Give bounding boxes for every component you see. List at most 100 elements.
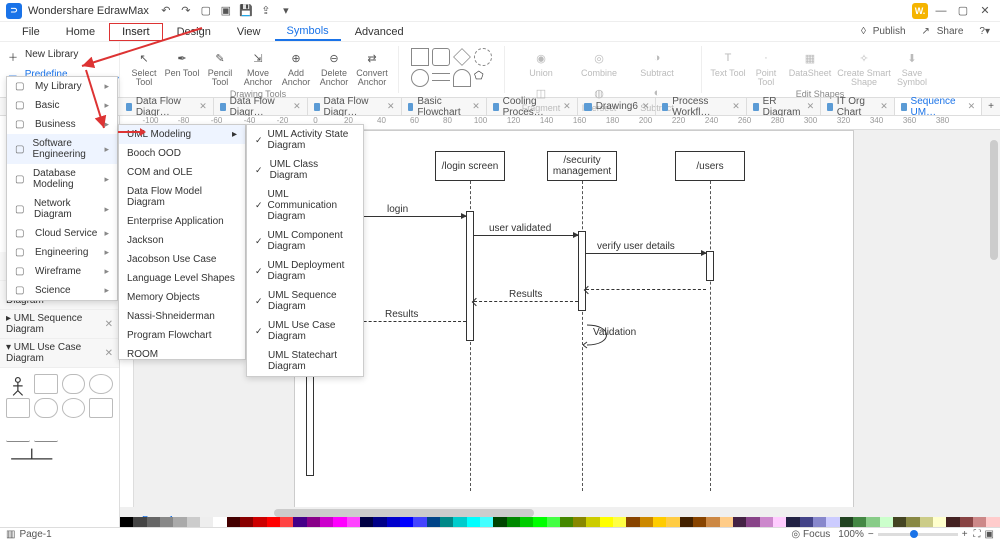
color-swatch[interactable] [240,517,253,527]
close-icon[interactable]: ✕ [293,101,301,112]
color-swatch[interactable] [720,517,733,527]
menu-symbols[interactable]: Symbols [275,23,341,41]
close-button[interactable]: ✕ [976,4,994,18]
color-swatch[interactable] [267,517,280,527]
software-eng-item[interactable]: Memory Objects [119,288,245,307]
library-category-item[interactable]: ▢Cloud Service▸ [7,224,117,243]
library-category-item[interactable]: ▢Engineering▸ [7,243,117,262]
library-category-item[interactable]: ▢Basic▸ [7,96,117,115]
target-icon[interactable]: ◎ [791,529,800,540]
color-swatch[interactable] [307,517,320,527]
color-swatch[interactable] [480,517,493,527]
new-icon[interactable]: ▢ [199,4,213,18]
doc-tab[interactable]: Data Flow Diagr…✕ [308,98,402,115]
library-category-item[interactable]: ▢Database Modeling▸ [7,164,117,194]
uml-type-item[interactable]: ✓UML Sequence Diagram [247,286,363,316]
color-swatch[interactable] [920,517,933,527]
color-swatch[interactable] [413,517,426,527]
qat-more-icon[interactable]: ▾ [279,4,293,18]
uml-type-item[interactable]: UML Statechart Diagram [247,346,363,376]
color-swatch[interactable] [626,517,639,527]
color-swatch[interactable] [960,517,973,527]
lifeline-security[interactable]: /security management [547,151,617,181]
close-icon[interactable]: ✕ [199,101,207,112]
activation-login[interactable] [466,211,474,341]
color-swatch[interactable] [360,517,373,527]
color-swatch[interactable] [387,517,400,527]
color-swatch[interactable] [213,517,226,527]
shape-picker[interactable]: ⬠ [407,44,496,91]
add-anchor-tool[interactable]: ⊕Add Anchor [278,47,314,89]
color-swatch[interactable] [906,517,919,527]
close-icon[interactable]: ✕ [880,101,888,112]
color-swatch[interactable] [613,517,626,527]
menu-design[interactable]: Design [165,24,223,40]
lifeline-login-screen[interactable]: /login screen [435,151,505,181]
zoom-out-icon[interactable]: − [868,529,874,540]
software-eng-item[interactable]: Nassi-Shneiderman [119,307,245,326]
color-swatch[interactable] [693,517,706,527]
color-swatch[interactable] [467,517,480,527]
shape-category-header[interactable]: ▸ UML Sequence Diagram✕ [0,310,119,339]
subtract-button[interactable]: ◑Subtract [629,47,685,80]
software-eng-item[interactable]: Booch OOD [119,144,245,163]
software-eng-item[interactable]: ROOM [119,345,245,360]
software-eng-item[interactable]: UML Modeling▸ [119,125,245,144]
datasheet-button[interactable]: ▦DataSheet [786,47,834,80]
color-swatch[interactable] [600,517,613,527]
software-eng-item[interactable]: Data Flow Model Diagram [119,182,245,212]
color-swatch[interactable] [773,517,786,527]
color-swatch[interactable] [133,517,146,527]
zoom-slider[interactable] [878,533,958,536]
fullscreen-icon[interactable]: ▣ [985,529,994,540]
color-swatch[interactable] [813,517,826,527]
drawing-page[interactable]: /login screen /security management /user… [294,130,854,507]
color-swatch[interactable] [866,517,879,527]
open-icon[interactable]: ▣ [219,4,233,18]
color-swatch[interactable] [640,517,653,527]
color-swatch[interactable] [653,517,666,527]
library-category-item[interactable]: ▢My Library▸ [7,77,117,96]
color-swatch[interactable] [320,517,333,527]
color-swatch[interactable] [680,517,693,527]
software-eng-item[interactable]: Program Flowchart [119,326,245,345]
doc-tab[interactable]: Drawing6✕ [578,98,657,115]
activation-users[interactable] [706,251,714,281]
library-category-item[interactable]: ▢Network Diagram▸ [7,194,117,224]
maximize-button[interactable]: ▢ [954,4,972,18]
color-swatch[interactable] [280,517,293,527]
msg-return-users[interactable] [586,289,706,290]
help-icon[interactable]: ?▾ [975,25,994,38]
share-button[interactable]: ↗ Share [918,25,972,38]
color-swatch[interactable] [853,517,866,527]
color-swatch[interactable] [200,517,213,527]
color-swatch[interactable] [160,517,173,527]
doc-tab[interactable]: Sequence UM…✕ [895,98,982,115]
color-swatch[interactable] [666,517,679,527]
color-swatch[interactable] [893,517,906,527]
color-strip[interactable] [120,517,1000,527]
close-icon[interactable]: ✕ [563,101,571,112]
menu-view[interactable]: View [225,24,273,40]
color-swatch[interactable] [547,517,560,527]
export-icon[interactable]: ⇪ [259,4,273,18]
move-anchor-tool[interactable]: ⇲Move Anchor [240,47,276,89]
color-swatch[interactable] [173,517,186,527]
color-swatch[interactable] [347,517,360,527]
close-icon[interactable]: ✕ [732,101,740,112]
publish-button[interactable]: ◊ Publish [857,25,914,38]
uml-type-item[interactable]: ✓UML Component Diagram [247,226,363,256]
undo-icon[interactable]: ↶ [159,4,173,18]
minimize-button[interactable]: — [932,4,950,18]
convert-anchor-tool[interactable]: ⇄Convert Anchor [354,47,390,89]
software-eng-item[interactable]: COM and OLE [119,163,245,182]
color-swatch[interactable] [946,517,959,527]
create-smart-shape[interactable]: ✧Create Smart Shape [836,47,892,89]
color-swatch[interactable] [373,517,386,527]
doc-tab[interactable]: Data Flow Diagr…✕ [120,98,214,115]
color-swatch[interactable] [440,517,453,527]
delete-anchor-tool[interactable]: ⊖Delete Anchor [316,47,352,89]
new-library-button[interactable]: ＋ New Library [8,46,119,64]
color-swatch[interactable] [880,517,893,527]
fit-icon[interactable]: ⛶ [974,529,981,540]
